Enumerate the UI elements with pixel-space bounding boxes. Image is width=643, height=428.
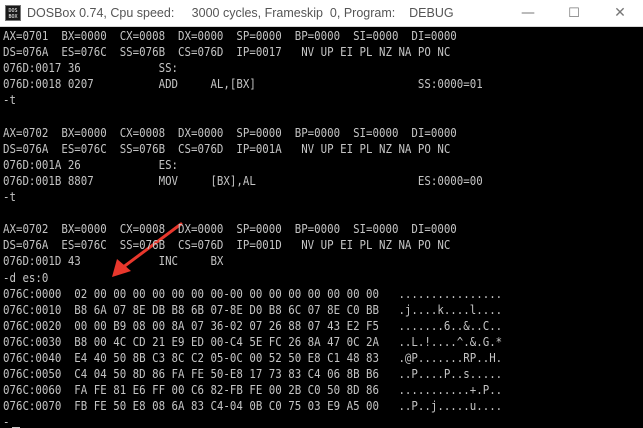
command-line: -t [3, 92, 16, 108]
console-line: AX=0702 BX=0000 CX=0008 DX=0000 SP=0000 … [3, 221, 457, 237]
dosbox-app-icon[interactable]: DOS BOX [5, 5, 21, 21]
console-line: 076D:0017 36 SS: [3, 60, 179, 76]
console-line: 076C:0050 C4 04 50 8D 86 FA FE 50-E8 17 … [3, 366, 503, 382]
console-line: 076D:0018 0207 ADD AL,[BX] SS:0000=01 [3, 76, 483, 92]
console-line: 076C:0070 FB FE 50 E8 08 6A 83 C4-04 0B … [3, 398, 503, 414]
icon-text-bottom: BOX [8, 14, 18, 20]
console-line: 076C:0030 B8 00 4C CD 21 E9 ED 00-C4 5E … [3, 333, 503, 349]
console-line: AX=0701 BX=0000 CX=0008 DX=0000 SP=0000 … [3, 28, 457, 43]
console-line: 076C:0000 02 00 00 00 00 00 00 00-00 00 … [3, 285, 503, 301]
console-line: 076C:0040 E4 40 50 8B C3 8C C2 05-0C 00 … [3, 350, 503, 365]
command-line: -t [3, 189, 16, 204]
console-line: 076D:001D 43 INC BX [3, 253, 224, 269]
close-button[interactable]: ✕ [597, 0, 643, 27]
title-bar: DOS BOX DOSBox 0.74, Cpu speed: 3000 cyc… [0, 0, 643, 27]
minimize-button[interactable]: — [505, 0, 551, 27]
console-line: 076C:0020 00 00 B9 08 00 8A 07 36-02 07 … [3, 317, 503, 333]
maximize-button[interactable]: ☐ [551, 0, 597, 27]
console-line: DS=076A ES=076C SS=076B CS=076D IP=0017 … [3, 44, 451, 60]
console-line: 076D:001B 8807 MOV [BX],AL ES:0000=00 [3, 172, 483, 188]
console-line: DS=076A ES=076C SS=076B CS=076D IP=001A … [3, 140, 451, 156]
window-title: DOSBox 0.74, Cpu speed: 3000 cycles, Fra… [27, 6, 454, 20]
console-prompt: - [3, 414, 10, 428]
console-line: 076C:0010 B8 6A 07 8E DB B8 6B 07-8E D0 … [3, 301, 503, 317]
console-line: AX=0702 BX=0000 CX=0008 DX=0000 SP=0000 … [3, 124, 457, 140]
console-line: DS=076A ES=076C SS=076B CS=076D IP=001D … [3, 237, 451, 253]
console-line: 076D:001A 26 ES: [3, 156, 179, 172]
dos-console[interactable]: AX=0701 BX=0000 CX=0008 DX=0000 SP=0000 … [0, 27, 643, 428]
console-line: 076C:0060 FA FE 81 E6 FF 00 C6 82-FB FE … [3, 382, 503, 398]
command-line: -d es:0 [3, 269, 49, 285]
